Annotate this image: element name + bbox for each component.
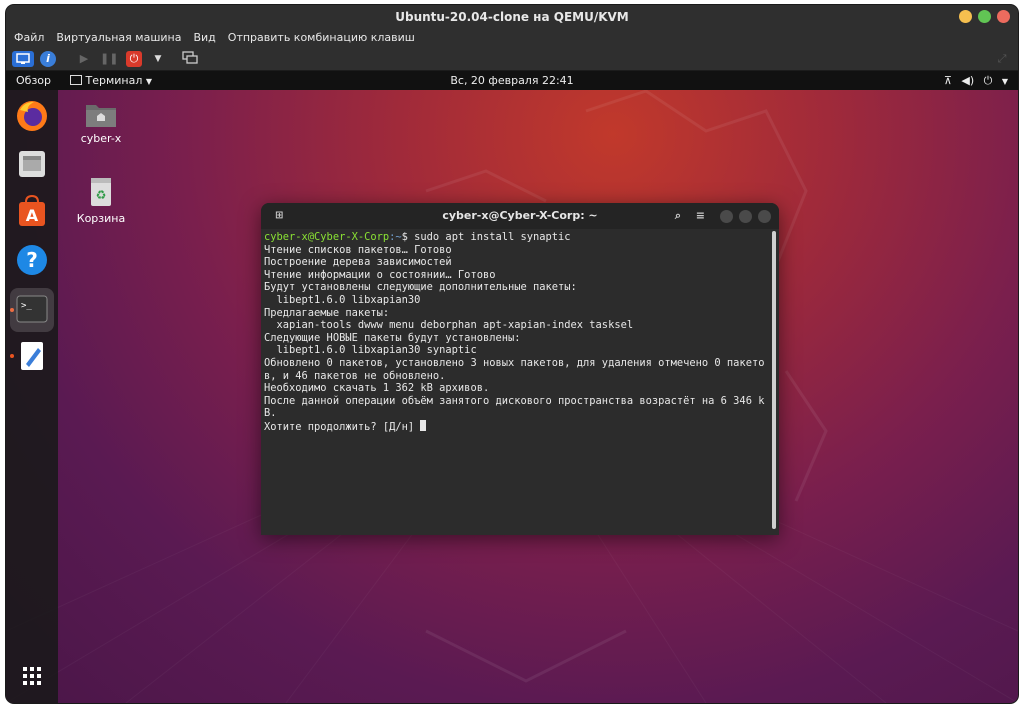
menu-virtual-machine[interactable]: Виртуальная машина: [54, 29, 183, 47]
menu-file[interactable]: Файл: [12, 29, 46, 47]
hamburger-menu-icon[interactable]: ≡: [696, 203, 705, 229]
volume-icon: ◀): [961, 74, 975, 87]
software-icon[interactable]: A: [14, 194, 50, 230]
power-icon: ⏻: [983, 74, 993, 87]
dock: A ? >_: [6, 90, 58, 703]
power-icon[interactable]: ⏻: [126, 51, 142, 67]
text-cursor: [420, 419, 427, 431]
guest-screen[interactable]: Обзор Терминал ▼ Вс, 20 февраля 22:41 ⊼ …: [6, 71, 1018, 703]
minimize-button[interactable]: [720, 210, 733, 223]
app-menu-label: Терминал: [85, 74, 143, 87]
prompt-user: cyber-x@Cyber-X-Corp: [264, 231, 390, 243]
svg-text:>_: >_: [21, 301, 32, 311]
window-titlebar[interactable]: Ubuntu-20.04-clone на QEMU/KVM: [6, 5, 1018, 29]
desktop-icon-label: cyber-x: [80, 132, 122, 145]
desktop-icon-trash[interactable]: ♻ Корзина: [66, 175, 136, 225]
chevron-down-icon: ▼: [145, 77, 153, 86]
gnome-top-bar: Обзор Терминал ▼ Вс, 20 февраля 22:41 ⊼ …: [6, 71, 1018, 90]
files-icon[interactable]: [14, 146, 50, 182]
text-editor-icon[interactable]: [14, 338, 50, 374]
prompt-sign: $: [401, 231, 415, 243]
output-line: xapian-tools dwww menu deborphan apt-xap…: [264, 319, 634, 332]
info-icon[interactable]: i: [40, 51, 56, 67]
help-icon[interactable]: ?: [14, 242, 50, 278]
app-grid-icon[interactable]: [14, 658, 50, 694]
network-icon: ⊼: [943, 74, 952, 87]
trash-icon: ♻: [91, 178, 111, 206]
home-folder-icon: [86, 105, 116, 127]
terminal-window[interactable]: ⊞ cyber-x@Cyber-X-Corp: ~ ⌕ ≡ cyber-x@Cy…: [261, 203, 779, 535]
output-line: Предлагаемые пакеты:: [264, 306, 390, 319]
command: sudo apt install synaptic: [414, 231, 571, 243]
window-title: Ubuntu-20.04-clone на QEMU/KVM: [395, 10, 629, 24]
new-tab-icon[interactable]: ⊞: [275, 203, 283, 229]
search-icon[interactable]: ⌕: [675, 203, 681, 229]
firefox-icon[interactable]: [14, 98, 50, 134]
close-button[interactable]: [997, 10, 1010, 23]
output-line: Необходимо скачать 1 362 kB архивов.: [264, 382, 490, 395]
output-line: в, и 46 пакетов не обновлено.: [264, 369, 446, 382]
chevron-down-icon: ▼: [1001, 77, 1008, 86]
terminal-icon[interactable]: >_: [10, 288, 54, 332]
terminal-headerbar[interactable]: ⊞ cyber-x@Cyber-X-Corp: ~ ⌕ ≡: [261, 203, 779, 229]
monitor-icon[interactable]: [12, 51, 34, 67]
terminal-small-icon: [70, 75, 82, 85]
vm-toolbar: i ▶ ❚❚ ⏻ ▼ ⤢: [6, 47, 1018, 71]
output-line: B.: [264, 407, 277, 420]
terminal-output[interactable]: cyber-x@Cyber-X-Corp:~$ sudo apt install…: [261, 231, 771, 531]
output-line: Следующие НОВЫЕ пакеты будут установлены…: [264, 331, 521, 344]
app-menu[interactable]: Терминал ▼: [70, 71, 152, 91]
output-line: Чтение информации о состоянии… Готово: [264, 268, 496, 281]
output-line: libept1.6.0 libxapian30 synaptic: [264, 344, 477, 357]
vm-window: Ubuntu-20.04-clone на QEMU/KVM Файл Вирт…: [6, 5, 1018, 703]
desktop-icon-label: Корзина: [76, 212, 126, 225]
minimize-button[interactable]: [959, 10, 972, 23]
svg-text:A: A: [26, 206, 39, 225]
dropdown-icon[interactable]: ▼: [150, 51, 166, 67]
output-line: Чтение списков пакетов… Готово: [264, 243, 452, 256]
maximize-button[interactable]: [978, 10, 991, 23]
menu-bar: Файл Виртуальная машина Вид Отправить ко…: [6, 29, 1018, 47]
prompt-path: :~: [389, 231, 402, 243]
svg-text:?: ?: [26, 248, 38, 272]
output-line: Обновлено 0 пакетов, установлено 3 новых…: [264, 356, 765, 369]
close-button[interactable]: [758, 210, 771, 223]
output-line: После данной операции объём занятого дис…: [264, 394, 765, 407]
menu-view[interactable]: Вид: [191, 29, 217, 47]
pause-icon[interactable]: ❚❚: [100, 51, 118, 67]
fullscreen-icon[interactable]: ⤢: [994, 51, 1010, 67]
terminal-title: cyber-x@Cyber-X-Corp: ~: [442, 209, 598, 222]
system-tray[interactable]: ⊼ ◀) ⏻ ▼: [944, 71, 1008, 91]
clock[interactable]: Вс, 20 февраля 22:41: [6, 71, 1018, 90]
svg-text:♻: ♻: [96, 188, 107, 202]
play-icon[interactable]: ▶: [76, 51, 92, 67]
snapshot-icon[interactable]: [182, 51, 198, 67]
output-line: Будут установлены следующие дополнительн…: [264, 281, 577, 294]
maximize-button[interactable]: [739, 210, 752, 223]
output-line: libept1.6.0 libxapian30: [264, 293, 421, 306]
desktop-icon-home[interactable]: cyber-x: [66, 99, 136, 145]
output-line: Построение дерева зависимостей: [264, 256, 452, 269]
menu-send-key[interactable]: Отправить комбинацию клавиш: [226, 29, 417, 47]
terminal-scrollbar[interactable]: [772, 231, 776, 529]
activities-button[interactable]: Обзор: [16, 71, 51, 90]
output-line: Хотите продолжить? [Д/н]: [264, 420, 421, 433]
